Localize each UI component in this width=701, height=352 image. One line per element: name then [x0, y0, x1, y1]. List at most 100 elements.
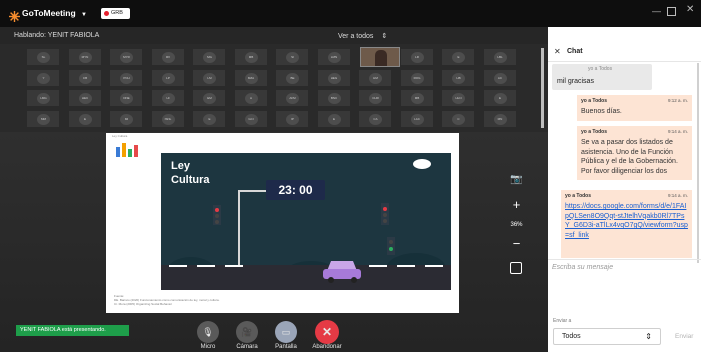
- view-selector[interactable]: Ver a todos ⇕: [338, 32, 387, 40]
- zoom-controls: 📷 + 36% −: [505, 172, 528, 280]
- participant-initials: IP: [286, 113, 299, 125]
- updown-icon: ⇕: [381, 33, 388, 40]
- chat-text: Buenos días.: [581, 108, 622, 115]
- participant-initials: SI: [286, 52, 299, 63]
- participant-tile[interactable]: IP: [275, 109, 309, 128]
- participant-initials: HB: [452, 72, 465, 84]
- participant-tile[interactable]: LMG: [26, 89, 60, 107]
- participant-initials: LR: [410, 52, 424, 63]
- camera-icon[interactable]: 📷: [508, 174, 525, 187]
- zoom-out-icon[interactable]: −: [505, 236, 528, 251]
- screen-share-button[interactable]: ▭: [275, 321, 297, 343]
- participant-tile[interactable]: MYN: [67, 48, 102, 66]
- participant-tile[interactable]: LMN: [316, 48, 351, 66]
- chat-sender: yo a Todos: [581, 98, 608, 104]
- participant-tile[interactable]: HM: [358, 68, 392, 87]
- participant-tile[interactable]: MZA: [233, 68, 268, 87]
- chat-time: 9:14 a. m.: [667, 193, 688, 198]
- participant-tile[interactable]: CHR: [358, 89, 392, 107]
- app-name[interactable]: GoToMeeting ▼: [22, 8, 87, 18]
- restore-icon[interactable]: [667, 7, 676, 16]
- participant-tile[interactable]: BNC: [316, 89, 351, 107]
- participant-tile[interactable]: E: [482, 89, 517, 107]
- mic-button[interactable]: 🎙: [197, 321, 219, 343]
- chat-time: 9:14 a. m.: [667, 129, 688, 134]
- participant-tile[interactable]: HLN: [441, 89, 475, 107]
- participant-tile[interactable]: DNE: [109, 89, 143, 107]
- presenting-banner: YENIT FABIOLA está presentando.: [16, 325, 129, 336]
- chat-sender: yo a Todos: [565, 193, 592, 199]
- participant-tile[interactable]: AC: [482, 68, 517, 87]
- chat-sender: yo a Todos: [588, 66, 613, 72]
- slide-title-line1: Ley: [171, 160, 190, 172]
- chat-scrollbar[interactable]: [697, 63, 699, 263]
- zoom-in-icon[interactable]: +: [505, 197, 528, 212]
- zoom-level: 36%: [510, 222, 523, 228]
- participant-tile[interactable]: MM: [26, 109, 60, 128]
- participant-tile[interactable]: PCH: [109, 68, 143, 87]
- recording-badge[interactable]: GRB: [101, 8, 130, 19]
- participant-tile[interactable]: CA: [358, 109, 392, 128]
- chat-sender: yo a Todos: [581, 129, 608, 135]
- participant-tile[interactable]: LM: [192, 68, 226, 87]
- participant-tile[interactable]: ISNL: [150, 109, 185, 128]
- screen-share-icon: ▭: [281, 327, 291, 337]
- participant-tile[interactable]: HI: [150, 89, 185, 107]
- send-to-select[interactable]: Todos ⇕: [553, 328, 661, 345]
- participant-tile[interactable]: HB: [441, 68, 475, 87]
- participant-tile[interactable]: E: [316, 109, 351, 128]
- participant-tile[interactable]: MB: [399, 89, 434, 107]
- participant-tile[interactable]: EM: [192, 89, 226, 107]
- participant-tile[interactable]: MB: [233, 48, 268, 66]
- participant-tile[interactable]: E: [67, 109, 102, 128]
- participant-initials: Y: [37, 72, 50, 84]
- camera-button[interactable]: 🎥: [236, 321, 258, 343]
- participant-tile[interactable]: LP: [150, 68, 185, 87]
- participant-initials: MB: [410, 93, 424, 104]
- participant-initials: DNE: [120, 93, 133, 104]
- title-bar: GoToMeeting ▼ GRB — ✕: [0, 0, 701, 27]
- participant-tile[interactable]: BE: [275, 68, 309, 87]
- participant-tile[interactable]: C: [441, 109, 475, 128]
- participant-tile[interactable]: LR: [399, 48, 434, 66]
- minimize-icon[interactable]: —: [652, 6, 661, 18]
- participant-tile[interactable]: MI: [109, 109, 143, 128]
- participant-tile[interactable]: MYR: [109, 48, 143, 66]
- chat-link[interactable]: https://docs.google.com/forms/d/e/1FAIpQ…: [565, 202, 689, 240]
- participant-tile[interactable]: AFM: [275, 89, 309, 107]
- participant-tile[interactable]: HEG: [316, 68, 351, 87]
- chat-input[interactable]: Escriba su mensaje: [548, 259, 701, 313]
- participant-tile[interactable]: HEC: [67, 89, 102, 107]
- chat-header: ✕ Chat: [548, 44, 701, 62]
- participant-initials: E: [327, 113, 341, 125]
- participant-tile[interactable]: GCI: [233, 109, 268, 128]
- participant-video: [375, 50, 387, 66]
- popout-icon[interactable]: [510, 262, 522, 274]
- participant-tile[interactable]: LBL: [482, 48, 517, 66]
- participant-tile[interactable]: E: [441, 48, 475, 66]
- participant-tile[interactable]: RV: [150, 48, 185, 66]
- participant-tile[interactable]: CB: [67, 68, 102, 87]
- participant-tile[interactable]: ROG: [399, 68, 434, 87]
- participant-initials: HI: [161, 93, 175, 104]
- leave-button[interactable]: ✕: [315, 320, 339, 344]
- close-chat-icon[interactable]: ✕: [554, 47, 561, 56]
- participant-tile[interactable]: SL: [26, 48, 60, 66]
- participant-initials: ROG: [410, 72, 424, 84]
- participant-tile[interactable]: LAC: [399, 109, 434, 128]
- participant-tile[interactable]: Y: [26, 68, 60, 87]
- grid-scrollbar[interactable]: [541, 48, 544, 128]
- participant-initials: E: [493, 93, 507, 104]
- participant-tile[interactable]: E: [192, 109, 226, 128]
- send-button[interactable]: Enviar: [675, 333, 693, 340]
- participant-tile[interactable]: A: [233, 89, 268, 107]
- slide-illustration: Ley Cultura 23: 00: [161, 153, 451, 290]
- participant-tile[interactable]: MG: [192, 48, 226, 66]
- camera-tile-active[interactable]: [360, 47, 400, 67]
- participant-tile[interactable]: SI: [275, 48, 309, 66]
- participant-initials: MN: [493, 113, 507, 125]
- participant-initials: LBL: [493, 52, 507, 63]
- participant-initials: C: [452, 113, 465, 125]
- close-icon[interactable]: ✕: [686, 4, 694, 15]
- participant-tile[interactable]: MN: [482, 109, 517, 128]
